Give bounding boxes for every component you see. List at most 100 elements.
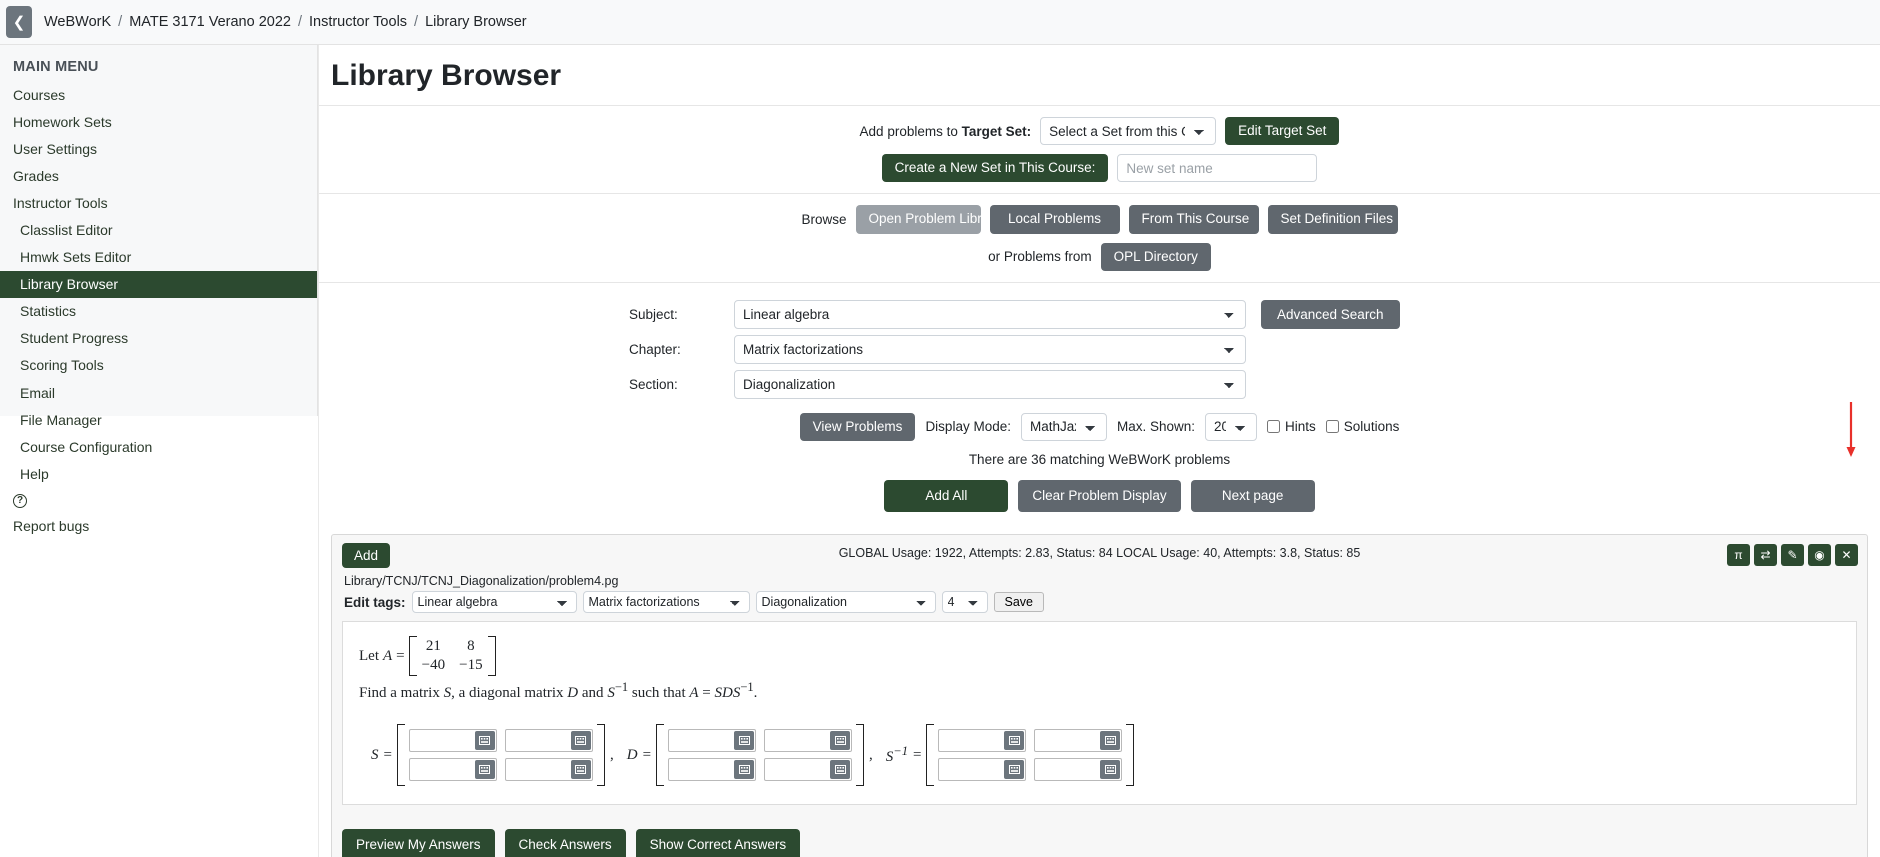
- sidebar-item-classlist-editor[interactable]: Classlist Editor: [0, 216, 317, 243]
- clear-problem-display-button[interactable]: Clear Problem Display: [1018, 479, 1181, 513]
- sidebar-item-file-manager[interactable]: File Manager: [0, 406, 317, 433]
- add-all-button[interactable]: Add All: [884, 479, 1009, 513]
- close-icon[interactable]: ✕: [1835, 544, 1858, 567]
- eye-icon[interactable]: ◉: [1808, 544, 1831, 567]
- sidebar-item-user-settings[interactable]: User Settings: [0, 135, 317, 162]
- solutions-label: Solutions: [1343, 419, 1400, 435]
- breadcrumb-item-course[interactable]: MATE 3171 Verano 2022: [129, 14, 291, 30]
- answer-input-sinv-11[interactable]: [938, 729, 1027, 753]
- sidebar-item-courses[interactable]: Courses: [0, 81, 317, 108]
- sidebar-item-statistics[interactable]: Statistics: [0, 298, 317, 325]
- tag-chapter-select[interactable]: Matrix factorizations: [582, 591, 750, 614]
- sidebar-item-scoring-tools[interactable]: Scoring Tools: [0, 352, 317, 379]
- tag-level-select[interactable]: 4: [941, 591, 988, 614]
- sidebar-item-student-progress[interactable]: Student Progress: [0, 325, 317, 352]
- keyboard-icon[interactable]: [1004, 731, 1025, 751]
- question-circle-icon[interactable]: ?: [13, 494, 27, 509]
- sidebar-item-report-bugs[interactable]: Report bugs: [0, 512, 317, 539]
- target-set-select[interactable]: Select a Set from this Course: [1040, 117, 1217, 146]
- matrix-a: 21 8 −40 −15: [408, 636, 496, 677]
- browse-from-this-course-button[interactable]: From This Course: [1128, 205, 1259, 234]
- target-set-row: Add problems to Target Set: Select a Set…: [319, 117, 1880, 146]
- keyboard-icon[interactable]: [734, 760, 755, 780]
- answer-label-s-inverse: S−1: [886, 744, 908, 766]
- chapter-select[interactable]: Matrix factorizations: [734, 334, 1246, 364]
- answer-input-d-12[interactable]: [764, 729, 853, 753]
- pi-icon[interactable]: π: [1727, 544, 1750, 567]
- opl-directory-button[interactable]: OPL Directory: [1100, 242, 1211, 271]
- answer-input-sinv-12[interactable]: [1034, 729, 1123, 753]
- hints-checkbox[interactable]: [1267, 420, 1281, 434]
- chapter-label: Chapter:: [629, 341, 681, 357]
- view-problems-button[interactable]: View Problems: [799, 412, 916, 441]
- advanced-search-button[interactable]: Advanced Search: [1261, 299, 1400, 329]
- answer-input-s-21[interactable]: [408, 758, 497, 782]
- next-page-button[interactable]: Next page: [1190, 479, 1315, 513]
- sidebar-title: MAIN MENU: [13, 59, 99, 75]
- browse-open-problem-library-button[interactable]: Open Problem Library: [855, 205, 1001, 234]
- show-correct-answers-button[interactable]: Show Correct Answers: [635, 829, 801, 857]
- keyboard-icon[interactable]: [734, 731, 755, 751]
- solutions-checkbox[interactable]: [1325, 420, 1339, 434]
- new-set-name-input[interactable]: [1117, 154, 1318, 183]
- answer-input-d-11[interactable]: [668, 729, 757, 753]
- sidebar-item-homework-sets[interactable]: Homework Sets: [0, 108, 317, 135]
- keyboard-icon[interactable]: [1100, 760, 1121, 780]
- sidebar-item-email[interactable]: Email: [0, 379, 317, 406]
- matrix-a-grid: 21 8 −40 −15: [417, 636, 488, 676]
- breadcrumb-item-instructor-tools[interactable]: Instructor Tools: [309, 14, 407, 30]
- answer-input-s-11[interactable]: [408, 729, 497, 753]
- instruction-a: A: [689, 685, 699, 702]
- answer-input-d-22[interactable]: [764, 758, 853, 782]
- problem-add-button[interactable]: Add: [342, 543, 391, 569]
- hints-checkbox-wrap[interactable]: Hints: [1267, 419, 1316, 434]
- browse-local-problems-button[interactable]: Local Problems: [989, 205, 1120, 234]
- answer-input-d-21[interactable]: [668, 758, 757, 782]
- sidebar-item-instructor-tools[interactable]: Instructor Tools: [0, 189, 317, 216]
- edit-target-set-button[interactable]: Edit Target Set: [1225, 117, 1340, 146]
- keyboard-icon[interactable]: [474, 731, 495, 751]
- instruction-part-2: , a diagonal matrix: [451, 685, 568, 702]
- shuffle-icon[interactable]: ⇄: [1754, 544, 1777, 567]
- hints-label: Hints: [1285, 419, 1316, 435]
- answer-input-s-22[interactable]: [504, 758, 593, 782]
- tag-subject-select[interactable]: Linear algebra: [411, 591, 577, 614]
- keyboard-icon[interactable]: [570, 760, 591, 780]
- keyboard-icon[interactable]: [1004, 760, 1025, 780]
- answer-equals-s-inv: =: [912, 746, 922, 763]
- display-mode-select[interactable]: MathJax: [1020, 412, 1107, 441]
- save-tags-button[interactable]: Save: [993, 592, 1045, 613]
- pencil-icon[interactable]: ✎: [1781, 544, 1804, 567]
- answer-label-d: D: [626, 746, 638, 763]
- check-answers-button[interactable]: Check Answers: [504, 829, 626, 857]
- sidebar-item-help[interactable]: Help: [0, 460, 317, 487]
- sidebar-item-hmwk-sets-editor[interactable]: Hmwk Sets Editor: [0, 244, 317, 271]
- create-new-set-button[interactable]: Create a New Set in This Course:: [881, 154, 1109, 183]
- sidebar-item-grades[interactable]: Grades: [0, 162, 317, 189]
- breadcrumb-item-webwork[interactable]: WeBWorK: [44, 14, 111, 30]
- max-shown-select[interactable]: 20: [1205, 412, 1258, 441]
- subject-label: Subject:: [629, 306, 678, 322]
- matching-problems-text: There are 36 matching WeBWorK problems: [968, 451, 1231, 467]
- solutions-checkbox-wrap[interactable]: Solutions: [1325, 419, 1400, 435]
- answer-input-sinv-21[interactable]: [938, 758, 1027, 782]
- sidebar-item-course-configuration[interactable]: Course Configuration: [0, 433, 317, 460]
- keyboard-icon[interactable]: [830, 760, 851, 780]
- breadcrumb-separator: /: [414, 14, 419, 30]
- keyboard-icon[interactable]: [830, 731, 851, 751]
- sidebar-item-library-browser[interactable]: Library Browser: [0, 270, 317, 298]
- answer-input-sinv-22[interactable]: [1034, 758, 1123, 782]
- breadcrumb-item-library-browser[interactable]: Library Browser: [425, 14, 527, 30]
- back-button[interactable]: ❮: [6, 6, 32, 38]
- edit-tags-label: Edit tags:: [344, 594, 406, 610]
- browse-set-definition-files-button[interactable]: Set Definition Files: [1267, 205, 1398, 234]
- keyboard-icon[interactable]: [1100, 731, 1121, 751]
- subject-select[interactable]: Linear algebra: [734, 299, 1246, 329]
- tag-section-select[interactable]: Diagonalization: [755, 591, 936, 614]
- keyboard-icon[interactable]: [474, 760, 495, 780]
- section-select[interactable]: Diagonalization: [734, 369, 1246, 399]
- preview-my-answers-button[interactable]: Preview My Answers: [342, 829, 495, 857]
- answer-input-s-12[interactable]: [504, 729, 593, 753]
- bracket-right: [596, 724, 605, 787]
- keyboard-icon[interactable]: [570, 731, 591, 751]
